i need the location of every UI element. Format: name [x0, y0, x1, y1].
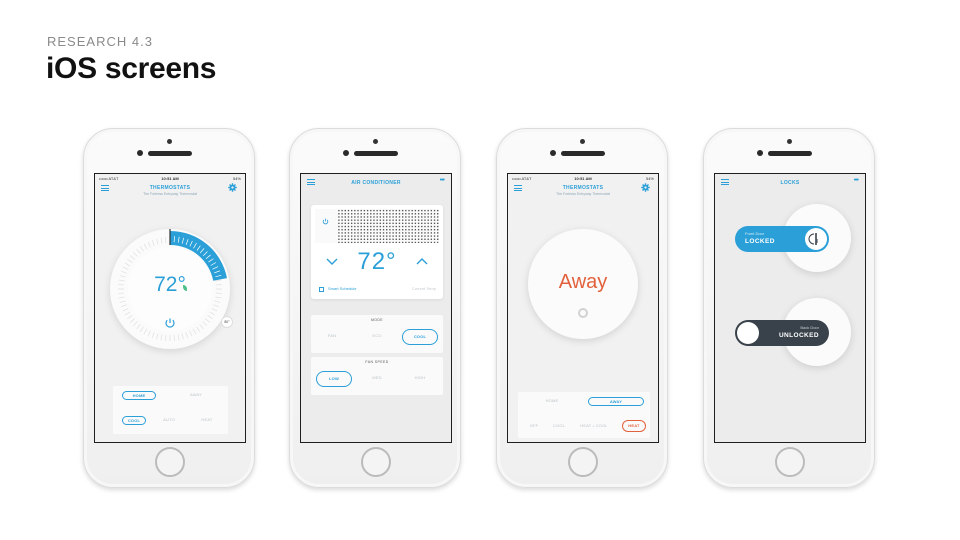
- eco-mode-button[interactable]: ECO: [362, 332, 392, 341]
- away-status: Away: [558, 271, 608, 293]
- power-icon[interactable]: [321, 217, 330, 226]
- back-door-name: Back Door: [800, 325, 819, 330]
- slide-eyebrow: RESEARCH 4.3: [47, 34, 153, 49]
- home-button[interactable]: HOME: [122, 391, 156, 400]
- battery-label: 54%: [645, 176, 654, 181]
- gear-icon[interactable]: [641, 183, 650, 192]
- setpoint-badge[interactable]: 80°: [221, 316, 233, 328]
- thermostat-screen: •••oo AT&T 10:51 AM 54% THERMOSTATS The …: [94, 173, 246, 443]
- temperature-dial[interactable]: 72° 80°: [110, 229, 233, 349]
- proximity-sensor: [373, 139, 378, 144]
- front-camera: [343, 150, 349, 156]
- front-door-state: LOCKED: [745, 238, 775, 245]
- away-screen: •••oo AT&T 10:51 AM 54% THERMOSTATS The …: [507, 173, 659, 443]
- key-lock-icon: [808, 233, 818, 245]
- ac-control-card: 72° Smart Schedule Current Temp: [311, 205, 443, 299]
- home-hardware-button[interactable]: [568, 447, 598, 477]
- earpiece-speaker: [148, 151, 192, 156]
- screen-title: AIR CONDITIONER: [351, 180, 401, 186]
- more-icon[interactable]: •••: [440, 177, 445, 184]
- power-icon[interactable]: [162, 315, 178, 331]
- earpiece-speaker: [768, 151, 812, 156]
- phone-air-conditioner: AIR CONDITIONER ••• 72° Smart Schedule C…: [289, 128, 461, 488]
- fan-speed-label: FAN SPEED: [365, 360, 389, 364]
- front-camera: [757, 150, 763, 156]
- status-time: 10:51 AM: [161, 176, 179, 181]
- nav-bar: LOCKS •••: [715, 176, 865, 194]
- fan-speed-panel: FAN SPEED LOW MED HIGH: [311, 357, 443, 395]
- fan-high-button[interactable]: HIGH: [405, 374, 435, 383]
- mode-card: HOME AWAY COOL AUTO HEAT: [113, 386, 228, 434]
- gear-icon[interactable]: [228, 183, 237, 192]
- slide-title: iOS screens: [46, 52, 217, 85]
- cool-mode-button[interactable]: COOL: [402, 329, 438, 345]
- screen-title: LOCKS: [780, 180, 800, 186]
- home-button[interactable]: HOME: [532, 397, 572, 406]
- front-door-name: Front Door: [745, 231, 765, 236]
- earpiece-speaker: [354, 151, 398, 156]
- away-button[interactable]: AWAY: [179, 391, 213, 400]
- current-temp-label: Current Temp: [411, 286, 436, 291]
- away-button[interactable]: AWAY: [588, 397, 644, 406]
- screen-title: THERMOSTATS: [149, 185, 191, 191]
- dial-ring-icon: [578, 308, 588, 318]
- phone-thermostat: •••oo AT&T 10:51 AM 54% THERMOSTATS The …: [83, 128, 255, 488]
- calendar-icon: [319, 287, 324, 292]
- cool-button[interactable]: COOL: [122, 416, 146, 425]
- fan-mode-button[interactable]: FAN: [317, 332, 347, 341]
- status-time: 10:51 AM: [574, 176, 592, 181]
- smart-schedule-link[interactable]: Smart Schedule: [328, 286, 356, 291]
- front-door-toggle[interactable]: Front Door LOCKED: [735, 226, 829, 252]
- home-hardware-button[interactable]: [361, 447, 391, 477]
- screen-title: THERMOSTATS: [562, 185, 604, 191]
- phone-away: •••oo AT&T 10:51 AM 54% THERMOSTATS The …: [496, 128, 668, 488]
- front-camera: [550, 150, 556, 156]
- mode-card: HOME AWAY OFF COOL HEAT • COOL HEAT: [518, 392, 650, 438]
- away-dial[interactable]: Away: [528, 229, 638, 339]
- earpiece-speaker: [561, 151, 605, 156]
- home-hardware-button[interactable]: [155, 447, 185, 477]
- nav-bar: THERMOSTATS The Fortress Entryway Thermo…: [508, 182, 658, 200]
- fan-low-button[interactable]: LOW: [316, 371, 352, 387]
- locks-screen: LOCKS ••• Front Door LOCKED Back Door UN…: [714, 173, 866, 443]
- cool-button[interactable]: COOL: [548, 422, 570, 431]
- back-door-toggle[interactable]: Back Door UNLOCKED: [735, 320, 829, 346]
- heat-button[interactable]: HEAT: [622, 420, 646, 432]
- home-hardware-button[interactable]: [775, 447, 805, 477]
- proximity-sensor: [787, 139, 792, 144]
- more-icon[interactable]: •••: [854, 177, 859, 184]
- proximity-sensor: [167, 139, 172, 144]
- mode-panel: MODE FAN ECO COOL: [311, 315, 443, 353]
- back-door-state: UNLOCKED: [778, 332, 819, 339]
- battery-label: 54%: [232, 176, 241, 181]
- off-button[interactable]: OFF: [524, 422, 544, 431]
- front-door-knob: [805, 228, 827, 250]
- air-conditioner-screen: AIR CONDITIONER ••• 72° Smart Schedule C…: [300, 173, 452, 443]
- auto-button[interactable]: AUTO: [157, 416, 181, 425]
- back-door-knob: [737, 322, 759, 344]
- current-temperature: 72°: [154, 273, 186, 296]
- heat-button[interactable]: HEAT: [195, 416, 219, 425]
- proximity-sensor: [580, 139, 585, 144]
- nav-bar: THERMOSTATS The Fortress Entryway Thermo…: [95, 182, 245, 200]
- mode-label: MODE: [370, 318, 384, 322]
- nav-bar: AIR CONDITIONER •••: [301, 176, 451, 194]
- leaf-icon: [183, 285, 187, 291]
- fan-med-button[interactable]: MED: [362, 374, 392, 383]
- screen-subtitle: The Fortress Entryway Thermostat: [143, 192, 197, 196]
- phone-locks: LOCKS ••• Front Door LOCKED Back Door UN…: [703, 128, 875, 488]
- screen-subtitle: The Fortress Entryway Thermostat: [556, 192, 610, 196]
- front-camera: [137, 150, 143, 156]
- heat-cool-button[interactable]: HEAT • COOL: [574, 422, 614, 431]
- increase-temp-icon[interactable]: [415, 257, 429, 266]
